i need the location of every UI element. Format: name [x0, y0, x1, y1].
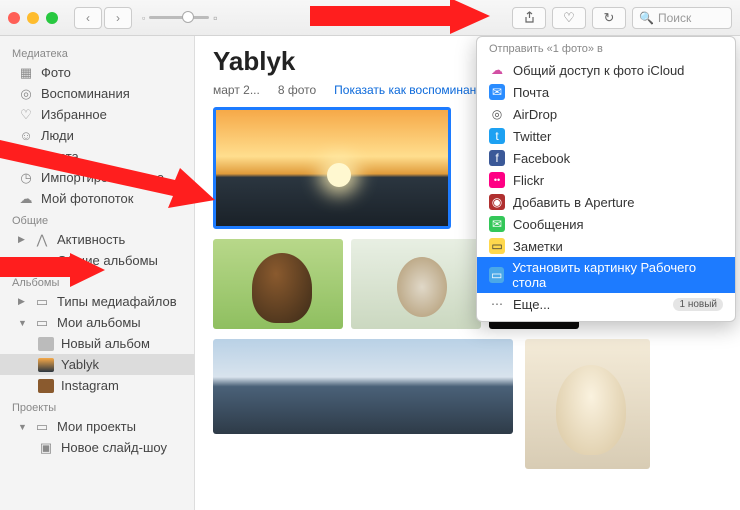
sidebar-album-instagram[interactable]: Instagram [0, 375, 194, 396]
twitter-icon: t [489, 128, 505, 144]
antenna-icon: ⋀ [34, 233, 50, 247]
folder-icon: ▭ [34, 316, 50, 330]
memories-icon: ◎ [18, 87, 34, 101]
content-area: Yablyk март 2... 8 фото Показать как вос… [195, 36, 740, 510]
fullscreen-window-button[interactable] [46, 12, 58, 24]
photo-thumb[interactable] [525, 339, 650, 469]
sidebar-album-new[interactable]: Новый альбом [0, 333, 194, 354]
aperture-icon: ◉ [489, 194, 505, 210]
sidebar: Медиатека ▦Фото ◎Воспоминания ♡Избранное… [0, 36, 195, 510]
disclosure-triangle[interactable]: ▼ [18, 318, 27, 328]
title-bar: ‹ › ▫ ▫ Мои альбомы ♡ ↻ 🔍 Поиск [0, 0, 740, 36]
nav-buttons: ‹ › [74, 7, 132, 29]
sidebar-album-yablyk[interactable]: Yablyk [0, 354, 194, 375]
photo-thumb[interactable] [351, 239, 481, 329]
zoom-slider[interactable]: ▫ ▫ [142, 11, 217, 25]
clock-icon: ◷ [18, 171, 34, 185]
rotate-icon: ↻ [604, 10, 615, 26]
share-icloud[interactable]: ☁Общий доступ к фото iCloud [477, 59, 735, 81]
share-icon [523, 11, 536, 24]
sidebar-item-media-types[interactable]: ▶▭Типы медиафайлов [0, 291, 194, 312]
sidebar-item-places[interactable]: ⚲Места [0, 146, 194, 167]
folder-icon: ▭ [34, 420, 50, 434]
sidebar-item-activity[interactable]: ▶⋀Активность [0, 229, 194, 250]
share-notes[interactable]: ▭Заметки [477, 235, 735, 257]
cloud-icon: ☁ [18, 192, 34, 206]
share-aperture[interactable]: ◉Добавить в Aperture [477, 191, 735, 213]
disclosure-triangle[interactable]: ▶ [18, 234, 27, 245]
sidebar-item-my-albums[interactable]: ▼▭Мои альбомы [0, 312, 194, 333]
heart-icon: ♡ [18, 108, 34, 122]
photo-icon: ▦ [18, 66, 34, 80]
sidebar-item-photostream[interactable]: ☁Мой фотопоток [0, 188, 194, 209]
flickr-icon: •• [489, 172, 505, 188]
folder-icon: ▭ [34, 254, 50, 268]
share-airdrop[interactable]: ◎AirDrop [477, 103, 735, 125]
show-as-memory-link[interactable]: Показать как воспоминание [334, 83, 489, 97]
mail-icon: ✉ [489, 84, 505, 100]
share-menu: Отправить «1 фото» в ☁Общий доступ к фот… [476, 36, 736, 322]
share-messages[interactable]: ✉Сообщения [477, 213, 735, 235]
sidebar-item-memories[interactable]: ◎Воспоминания [0, 83, 194, 104]
rotate-button[interactable]: ↻ [592, 7, 626, 29]
folder-icon: ▭ [34, 295, 50, 309]
traffic-lights [8, 12, 58, 24]
search-icon: 🔍 [639, 11, 654, 25]
zoom-in-icon: ▫ [213, 11, 217, 25]
sidebar-item-favorites[interactable]: ♡Избранное [0, 104, 194, 125]
slideshow-icon: ▣ [38, 441, 54, 455]
sidebar-project-slideshow[interactable]: ▣Новое слайд-шоу [0, 437, 194, 458]
sidebar-item-my-projects[interactable]: ▼▭Мои проекты [0, 416, 194, 437]
back-button[interactable]: ‹ [74, 7, 102, 29]
people-icon: ☺ [18, 129, 34, 143]
zoom-out-icon: ▫ [142, 13, 145, 23]
album-thumb [38, 337, 54, 351]
close-window-button[interactable] [8, 12, 20, 24]
favorite-button[interactable]: ♡ [552, 7, 586, 29]
sidebar-item-shared-albums[interactable]: ▶▭Общие альбомы [0, 250, 194, 271]
heart-icon: ♡ [563, 10, 575, 26]
share-button[interactable] [512, 7, 546, 29]
album-thumb [38, 379, 54, 393]
photo-thumb[interactable] [213, 339, 513, 434]
more-icon: ⋯ [489, 296, 505, 312]
facebook-icon: f [489, 150, 505, 166]
desktop-icon: ▭ [489, 267, 504, 283]
album-count: 8 фото [278, 83, 316, 97]
share-set-desktop[interactable]: ▭Установить картинку Рабочего стола [477, 257, 735, 293]
album-thumb [38, 358, 54, 372]
pin-icon: ⚲ [18, 150, 34, 164]
disclosure-triangle[interactable]: ▼ [18, 422, 27, 432]
messages-icon: ✉ [489, 216, 505, 232]
sidebar-section-header: Проекты [0, 396, 194, 416]
share-facebook[interactable]: fFacebook [477, 147, 735, 169]
window-title: Мои альбомы [328, 10, 412, 25]
notes-icon: ▭ [489, 238, 505, 254]
sidebar-item-imports[interactable]: ◷Импортированные о... [0, 167, 194, 188]
sidebar-item-photos[interactable]: ▦Фото [0, 62, 194, 83]
forward-button[interactable]: › [104, 7, 132, 29]
new-badge: 1 новый [673, 298, 723, 311]
share-flickr[interactable]: ••Flickr [477, 169, 735, 191]
disclosure-triangle[interactable]: ▶ [18, 255, 27, 266]
sidebar-section-header: Медиатека [0, 42, 194, 62]
search-placeholder: Поиск [658, 11, 691, 25]
disclosure-triangle[interactable]: ▶ [18, 296, 27, 307]
share-twitter[interactable]: tTwitter [477, 125, 735, 147]
album-date: март 2... [213, 83, 260, 97]
sidebar-item-people[interactable]: ☺Люди [0, 125, 194, 146]
sidebar-section-header: Общие [0, 209, 194, 229]
share-mail[interactable]: ✉Почта [477, 81, 735, 103]
search-input[interactable]: 🔍 Поиск [632, 7, 732, 29]
photo-selected[interactable] [213, 107, 451, 229]
icloud-icon: ☁ [489, 62, 505, 78]
share-more[interactable]: ⋯Еще...1 новый [477, 293, 735, 315]
photo-thumb[interactable] [213, 239, 343, 329]
share-menu-header: Отправить «1 фото» в [477, 43, 735, 59]
sidebar-section-header: Альбомы [0, 271, 194, 291]
minimize-window-button[interactable] [27, 12, 39, 24]
airdrop-icon: ◎ [489, 106, 505, 122]
